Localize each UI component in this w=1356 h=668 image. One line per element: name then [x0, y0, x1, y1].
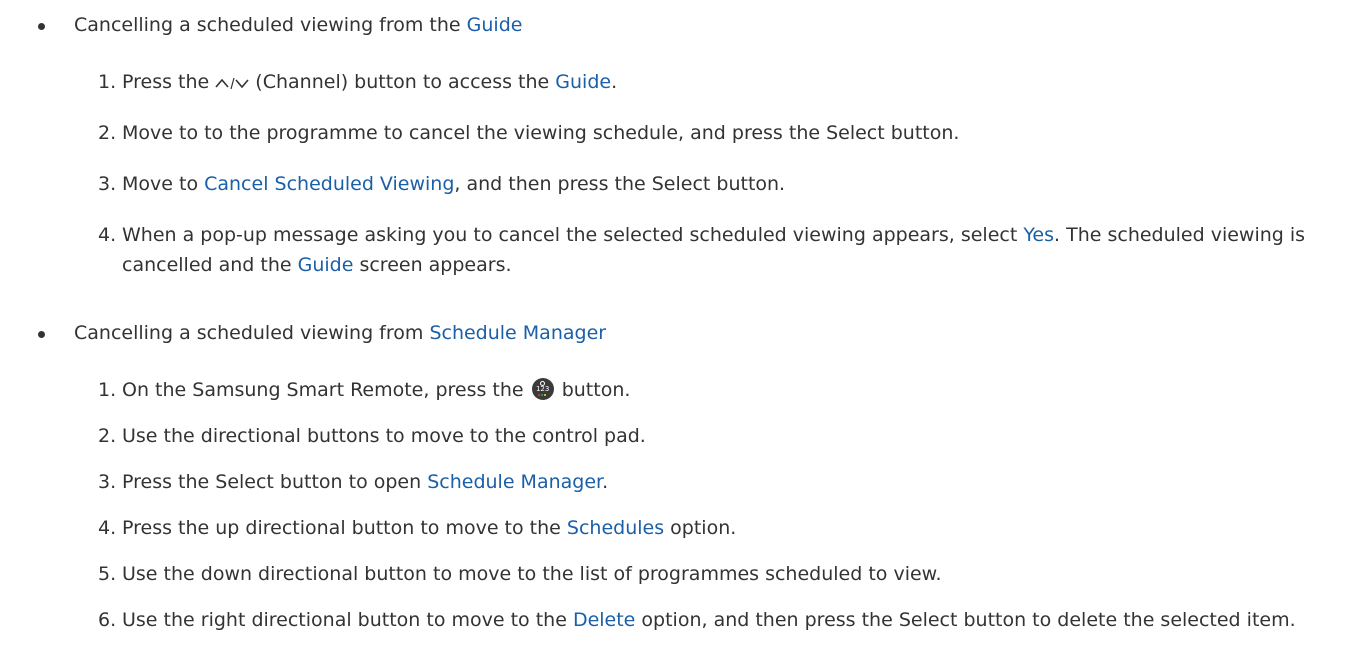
schedule-manager-link[interactable]: Schedule Manager	[427, 471, 602, 493]
channel-up-down-icon	[215, 77, 249, 89]
delete-link[interactable]: Delete	[573, 609, 635, 631]
bullet-text: Cancelling a scheduled viewing from Sche…	[74, 322, 607, 344]
step-text: Use the down directional button to move …	[122, 563, 942, 585]
step-number: 1.	[98, 379, 117, 401]
step-text: Press the Select button to open Schedule…	[122, 471, 609, 493]
step-text: Press the (Channel) button to access the…	[122, 71, 618, 93]
step-number: 6.	[98, 609, 117, 631]
step-text: Press the up directional button to move …	[122, 517, 737, 539]
cancel-scheduled-viewing-link[interactable]: Cancel Scheduled Viewing	[204, 173, 454, 195]
step-number: 5.	[98, 563, 117, 585]
step-number: 2.	[98, 122, 117, 144]
step-number: 4.	[98, 224, 117, 246]
step-text: On the Samsung Smart Remote, press the 1…	[122, 378, 631, 401]
bullet-dot	[38, 23, 45, 30]
guide-link[interactable]: Guide	[555, 71, 611, 93]
bullet-text: Cancelling a scheduled viewing from the …	[74, 14, 523, 36]
step-text: Move to Cancel Scheduled Viewing, and th…	[122, 173, 786, 195]
schedule-manager-link[interactable]: Schedule Manager	[429, 322, 606, 344]
step-number: 4.	[98, 517, 117, 539]
step-text: Use the right directional button to move…	[122, 609, 1296, 631]
yes-link[interactable]: Yes	[1023, 224, 1054, 246]
schedules-link[interactable]: Schedules	[567, 517, 664, 539]
step-text: Move to to the programme to cancel the v…	[122, 122, 960, 144]
guide-link[interactable]: Guide	[298, 254, 354, 276]
step-number: 3.	[98, 471, 117, 493]
step-number: 1.	[98, 71, 117, 93]
step-text: Use the directional buttons to move to t…	[122, 425, 646, 447]
step-number: 3.	[98, 173, 117, 195]
step-number: 2.	[98, 425, 117, 447]
color-123-button-icon: 123	[531, 378, 554, 400]
step-text: When a pop-up message asking you to canc…	[122, 224, 1306, 276]
guide-link[interactable]: Guide	[467, 14, 523, 36]
bullet-dot	[38, 331, 45, 338]
